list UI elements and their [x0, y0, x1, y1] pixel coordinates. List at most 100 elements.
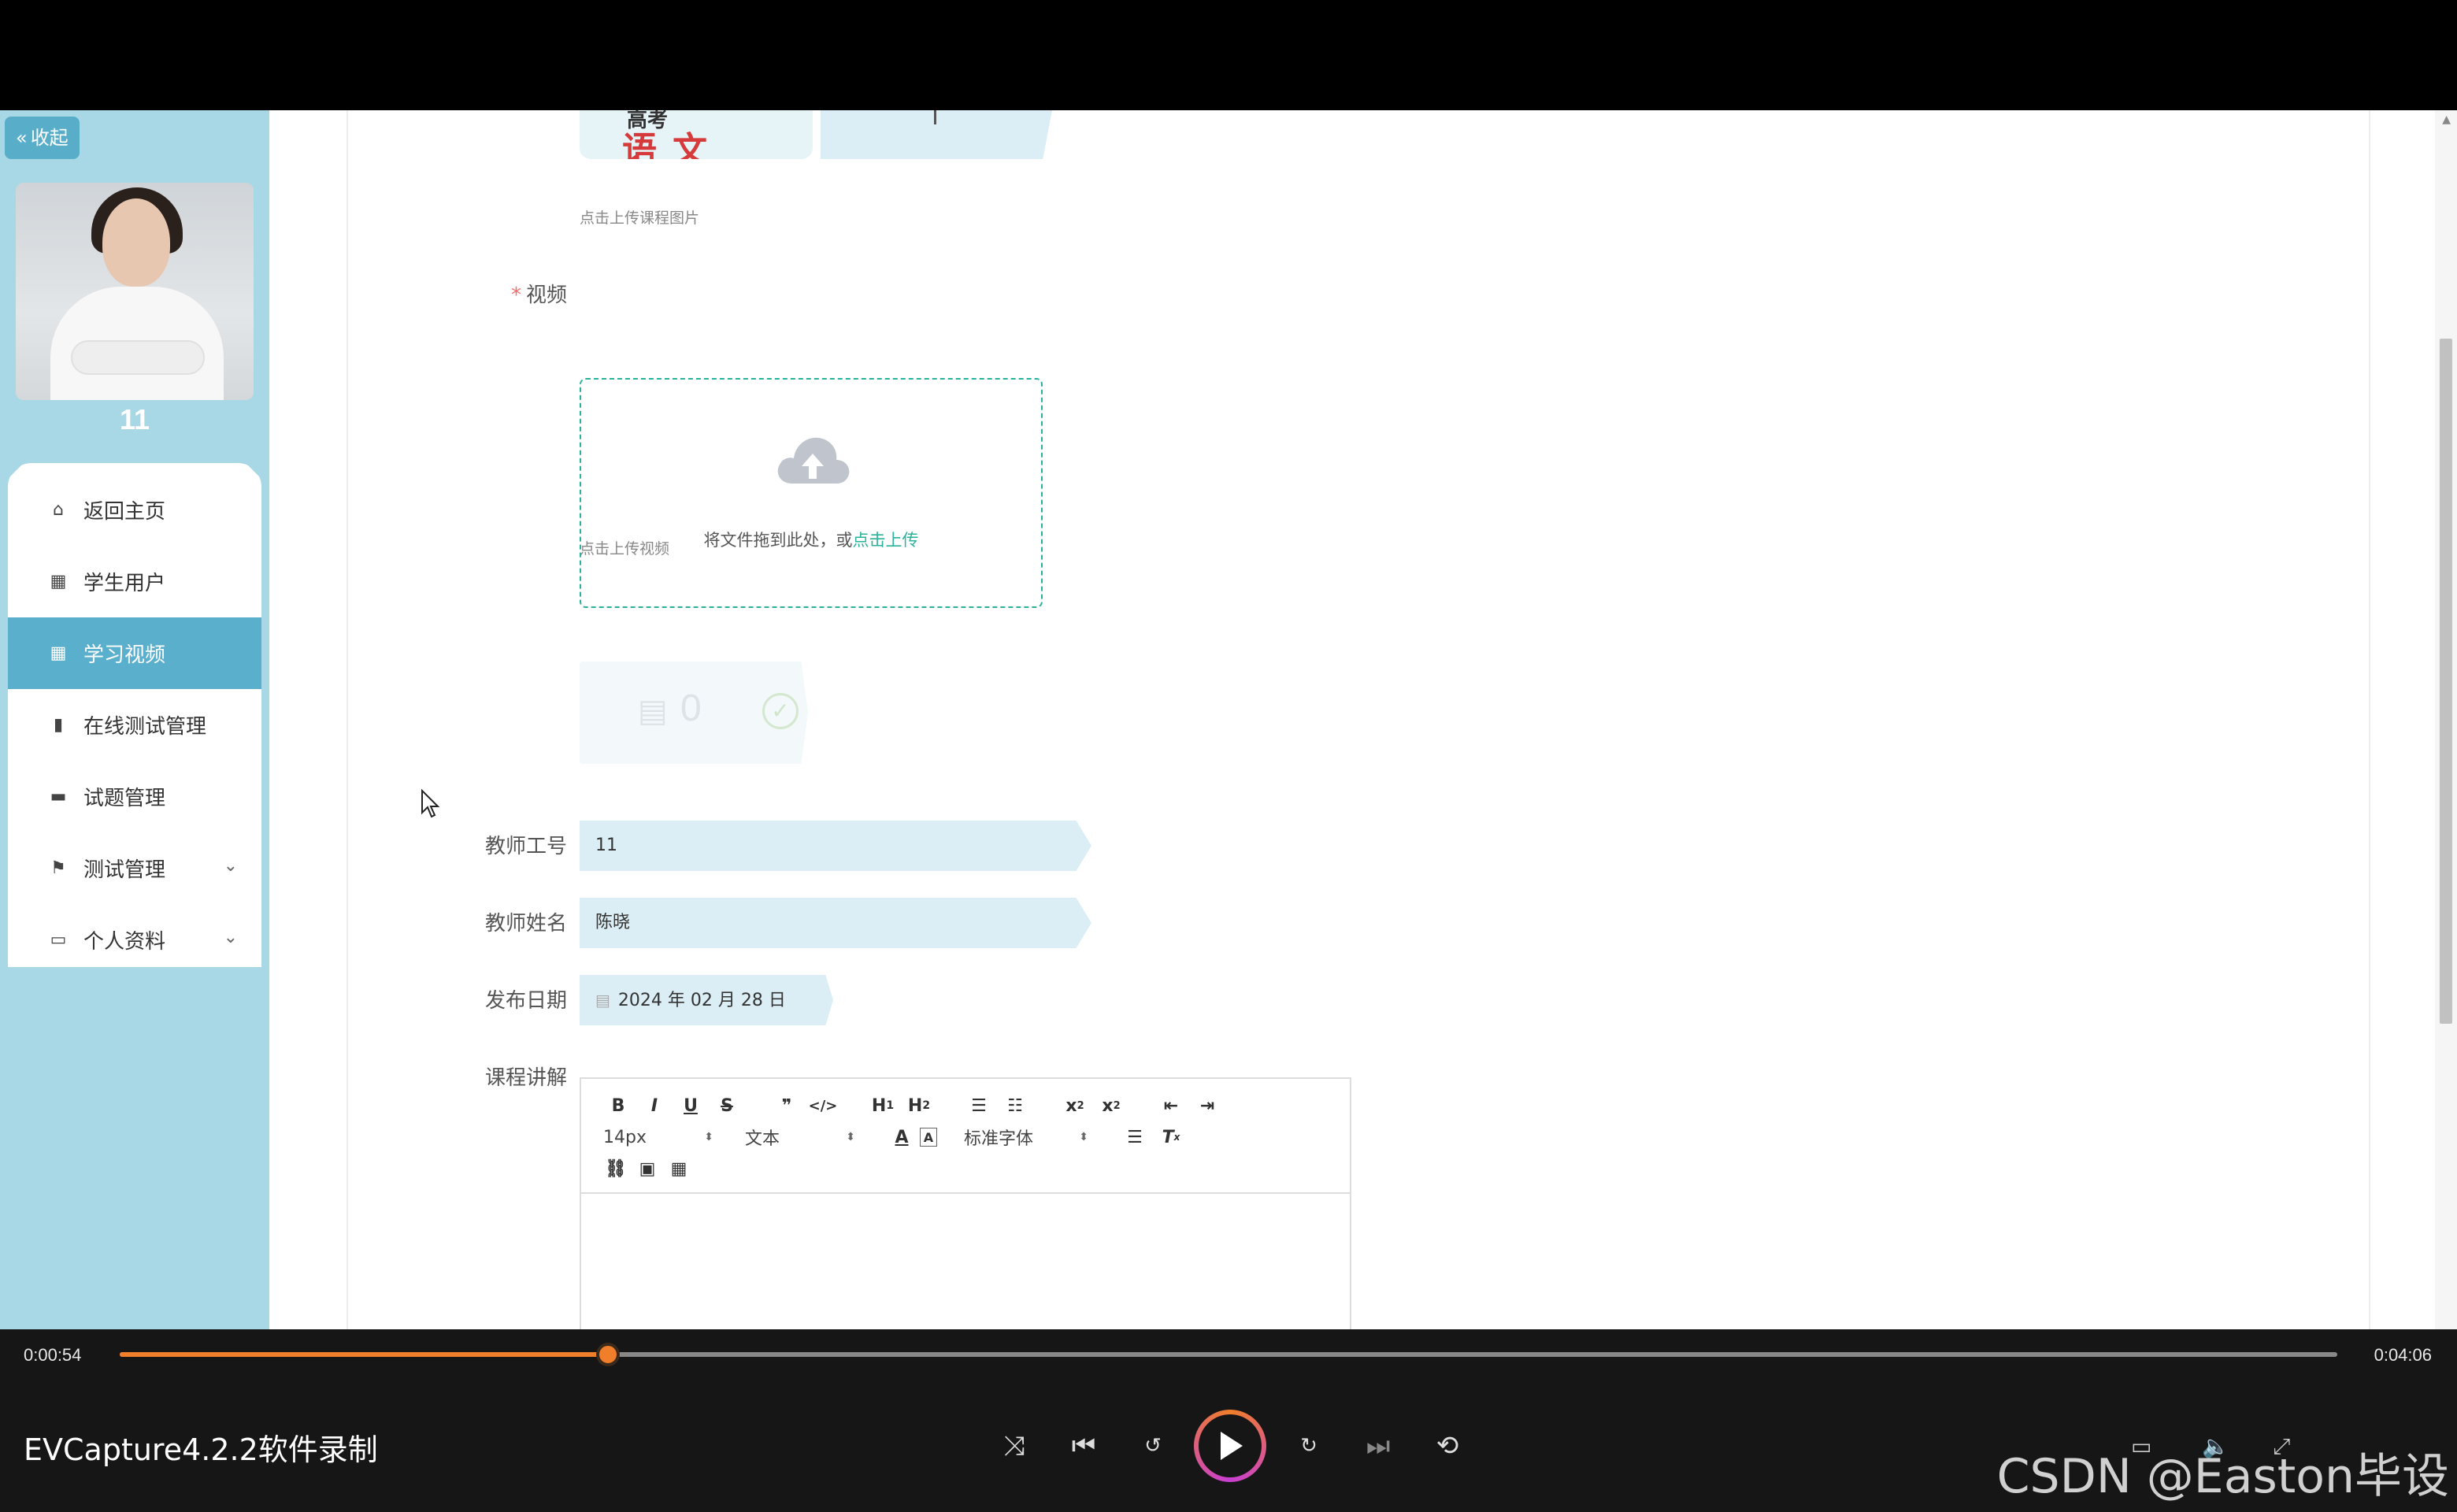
total-time: 0:04:06	[2374, 1345, 2432, 1365]
double-chevron-left-icon: «	[16, 127, 28, 149]
grid-icon: ▦	[50, 643, 67, 663]
calendar-icon: ▭	[50, 930, 67, 950]
sidebar-item-label: 学生用户	[83, 572, 166, 595]
avatar	[16, 183, 254, 400]
h1-button[interactable]: H1	[865, 1090, 901, 1121]
bullet-list-icon[interactable]: ☷	[997, 1090, 1033, 1121]
sidebar-item-online-tests[interactable]: ▮ 在线测试管理	[8, 689, 261, 761]
teacher-name-label: 教师姓名	[484, 912, 567, 936]
app-window: « 收起 11 ⌂ 返回主页 ▦ 学生用户 ▦ 学习视频 ▮ 在线测试管理 ▬ …	[0, 110, 2457, 1329]
username: 11	[119, 403, 150, 435]
sidebar-item-profile[interactable]: ▭ 个人资料 ⌄	[8, 904, 261, 967]
rewind-10-icon[interactable]: ↺	[1129, 1422, 1177, 1469]
sidebar-item-label: 测试管理	[83, 858, 166, 882]
select-arrows-icon: ⬍	[1079, 1131, 1088, 1143]
scrollbar[interactable]: ▲	[2435, 110, 2457, 1329]
course-image-hint: 点击上传课程图片	[580, 209, 700, 227]
sidebar-item-test-management[interactable]: ⚑ 测试管理 ⌄	[8, 832, 261, 904]
current-time: 0:00:54	[24, 1345, 82, 1365]
calendar-icon: ▤	[595, 991, 610, 1010]
link-icon[interactable]: ⛓	[600, 1153, 632, 1184]
text-color-button[interactable]: A	[884, 1121, 920, 1153]
document-icon: ▤	[638, 693, 668, 729]
code-block-button[interactable]: </>	[805, 1090, 841, 1121]
check-circle-icon: ✓	[762, 693, 799, 729]
ordered-list-icon[interactable]: ☰	[961, 1090, 997, 1121]
font-family-select[interactable]: 标准字体 ⬍	[961, 1125, 1093, 1150]
teacher-name-input[interactable]: 陈晓	[580, 898, 1091, 948]
video-dropzone[interactable]: 将文件拖到此处，或点击上传	[580, 378, 1043, 608]
publish-date-label: 发布日期	[484, 989, 567, 1013]
scroll-up-icon[interactable]: ▲	[2442, 113, 2451, 126]
seek-handle[interactable]	[595, 1343, 620, 1366]
blockquote-button[interactable]: ❞	[769, 1090, 805, 1121]
course-desc-label: 课程讲解	[484, 1066, 567, 1090]
collapse-button[interactable]: « 收起	[5, 117, 80, 159]
indent-icon[interactable]: ⇥	[1189, 1090, 1225, 1121]
course-image-upload-button[interactable]	[821, 110, 1052, 159]
sidebar-item-label: 在线测试管理	[83, 715, 207, 739]
select-arrows-icon: ⬍	[846, 1131, 855, 1143]
next-icon[interactable]: ⏭	[1354, 1422, 1402, 1469]
sidebar: « 收起 11 ⌂ 返回主页 ▦ 学生用户 ▦ 学习视频 ▮ 在线测试管理 ▬ …	[0, 110, 269, 1329]
required-marker: *	[510, 284, 521, 307]
rich-text-editor: B I U S ❞ </> H1 H2 ☰ ☷ x2 x2 ⇤ ⇥ 14px ⬍…	[580, 1077, 1351, 1329]
sidebar-item-label: 学习视频	[83, 643, 166, 667]
flag-icon: ⚑	[50, 858, 66, 878]
align-icon[interactable]: ☰	[1117, 1121, 1153, 1153]
player-title: EVCapture4.2.2软件录制	[24, 1432, 378, 1467]
screen: « 收起 11 ⌂ 返回主页 ▦ 学生用户 ▦ 学习视频 ▮ 在线测试管理 ▬ …	[0, 0, 2457, 1512]
scrollbar-thumb[interactable]	[2440, 339, 2452, 1024]
font-size-select[interactable]: 14px ⬍	[600, 1128, 718, 1147]
subscript-button[interactable]: x2	[1057, 1090, 1093, 1121]
bars-icon: ▮	[53, 715, 64, 735]
image-icon[interactable]: ▣	[632, 1153, 663, 1184]
home-icon: ⌂	[53, 500, 64, 520]
chevron-down-icon: ⌄	[223, 856, 238, 876]
shuffle-icon[interactable]: ⤨	[991, 1422, 1038, 1469]
chevron-down-icon: ⌄	[223, 928, 238, 947]
watermark: CSDN @Easton毕设	[1996, 1449, 2449, 1504]
clear-format-icon[interactable]: Tx	[1153, 1121, 1189, 1153]
seek-bar[interactable]	[120, 1343, 2337, 1366]
plus-icon	[934, 110, 936, 124]
sidebar-item-label: 返回主页	[83, 500, 166, 524]
editor-content[interactable]	[581, 1194, 1350, 1329]
sidebar-item-videos[interactable]: ▦ 学习视频	[8, 617, 261, 689]
sidebar-item-home[interactable]: ⌂ 返回主页	[8, 474, 261, 546]
forward-30-icon[interactable]: ↻	[1285, 1422, 1332, 1469]
sidebar-menu: ⌂ 返回主页 ▦ 学生用户 ▦ 学习视频 ▮ 在线测试管理 ▬ 试题管理 ⚑ 测…	[8, 463, 261, 967]
grid-icon: ▦	[50, 572, 67, 591]
video-hint: 点击上传视频	[580, 540, 670, 558]
publish-date-input[interactable]: ▤ 2024 年 02 月 28 日	[580, 975, 833, 1025]
video-icon[interactable]: ▦	[663, 1153, 695, 1184]
mouse-cursor-icon	[421, 789, 440, 818]
sidebar-item-questions[interactable]: ▬ 试题管理	[8, 761, 261, 832]
upload-link[interactable]: 点击上传	[853, 531, 919, 550]
play-button[interactable]	[1194, 1410, 1266, 1482]
sidebar-item-label: 试题管理	[83, 787, 166, 810]
strike-button[interactable]: S	[709, 1090, 745, 1121]
seek-progress	[120, 1352, 608, 1357]
select-arrows-icon: ⬍	[704, 1131, 713, 1143]
teacher-id-input[interactable]: 11	[580, 821, 1091, 871]
sidebar-item-label: 个人资料	[83, 930, 166, 954]
publish-date-value: 2024 年 02 月 28 日	[617, 991, 786, 1010]
teacher-id-label: 教师工号	[484, 835, 567, 858]
monitor-icon: ▬	[50, 787, 67, 806]
course-image-main-text: 语文	[622, 130, 723, 159]
outdent-icon[interactable]: ⇤	[1153, 1090, 1189, 1121]
video-file-tile: ▤ 0 ✓	[580, 662, 808, 764]
background-color-button[interactable]: A	[920, 1128, 937, 1147]
italic-button[interactable]: I	[636, 1090, 673, 1121]
h2-button[interactable]: H2	[901, 1090, 937, 1121]
repeat-off-icon[interactable]: ⟲	[1424, 1422, 1471, 1469]
course-image-preview[interactable]: 高考 语文	[580, 110, 813, 159]
previous-icon[interactable]: ⏮	[1060, 1422, 1107, 1469]
underline-button[interactable]: U	[673, 1090, 709, 1121]
sidebar-item-students[interactable]: ▦ 学生用户	[8, 546, 261, 617]
bold-button[interactable]: B	[600, 1090, 636, 1121]
superscript-button[interactable]: x2	[1093, 1090, 1129, 1121]
header-select[interactable]: 文本 ⬍	[742, 1125, 860, 1150]
file-count: 0	[680, 687, 702, 729]
